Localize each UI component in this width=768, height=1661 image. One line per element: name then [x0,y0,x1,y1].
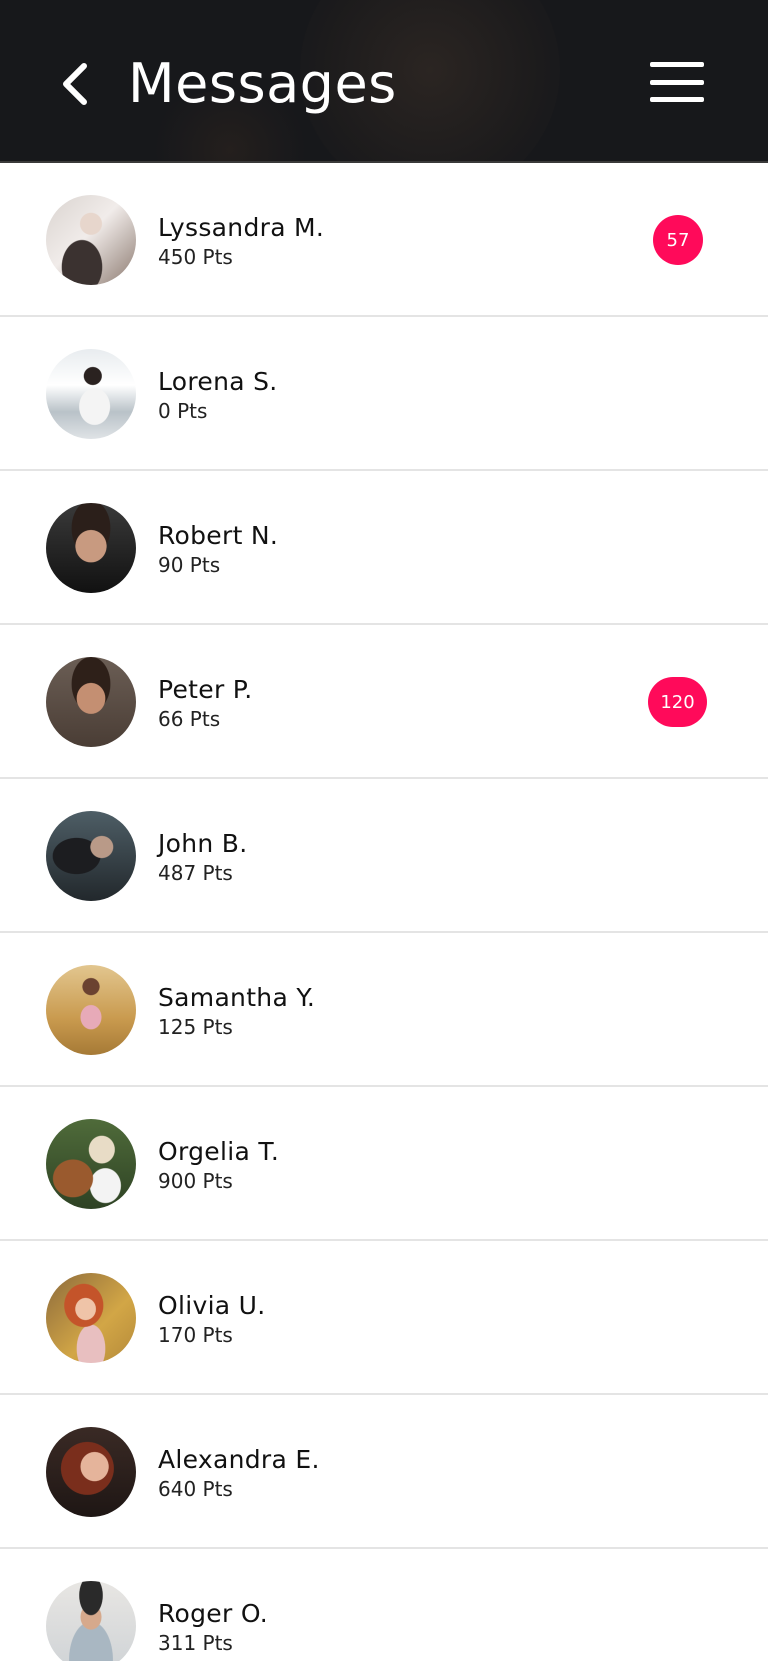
contact-points: 311 Pts [158,1631,233,1655]
contact-points: 0 Pts [158,399,208,423]
contact-points: 450 Pts [158,245,233,269]
avatar [46,349,136,439]
messages-screen: Messages Lyssandra M. 450 Pts 57 Lorena … [0,0,768,1661]
avatar [46,811,136,901]
avatar [46,1273,136,1363]
contact-points: 125 Pts [158,1015,233,1039]
contact-name: Orgelia T. [158,1137,280,1166]
contact-points: 66 Pts [158,707,221,731]
hamburger-menu-icon-line [650,97,704,102]
contact-name: Lyssandra M. [158,213,325,242]
conversation-row[interactable]: John B. 487 Pts [0,779,768,933]
contact-points: 640 Pts [158,1477,233,1501]
avatar [46,503,136,593]
unread-count-badge: 57 [653,215,703,265]
app-header: Messages [0,0,768,163]
avatar [46,1119,136,1209]
conversation-row[interactable]: Peter P. 66 Pts 120 [0,625,768,779]
avatar [46,1581,136,1661]
contact-name: Lorena S. [158,367,278,396]
conversation-row[interactable]: Orgelia T. 900 Pts [0,1087,768,1241]
conversation-row[interactable]: Samantha Y. 125 Pts [0,933,768,1087]
contact-points: 487 Pts [158,861,233,885]
contact-points: 170 Pts [158,1323,233,1347]
unread-count-badge: 120 [648,677,707,727]
conversation-row[interactable]: Olivia U. 170 Pts [0,1241,768,1395]
conversation-list: Lyssandra M. 450 Pts 57 Lorena S. 0 Pts … [0,163,768,1661]
contact-points: 900 Pts [158,1169,233,1193]
hamburger-menu-icon-line [650,62,704,67]
conversation-row[interactable]: Alexandra E. 640 Pts [0,1395,768,1549]
contact-name: Peter P. [158,675,253,704]
contact-name: Olivia U. [158,1291,266,1320]
menu-button[interactable] [646,56,708,108]
conversation-row[interactable]: Robert N. 90 Pts [0,471,768,625]
chevron-left-icon [63,63,87,105]
conversation-row[interactable]: Roger O. 311 Pts [0,1549,768,1661]
contact-name: Alexandra E. [158,1445,320,1474]
avatar [46,1427,136,1517]
page-title: Messages [128,52,397,115]
contact-name: Roger O. [158,1599,269,1628]
conversation-row[interactable]: Lyssandra M. 450 Pts 57 [0,163,768,317]
hamburger-menu-icon-line [650,79,704,85]
avatar [46,965,136,1055]
contact-name: Robert N. [158,521,279,550]
conversation-row[interactable]: Lorena S. 0 Pts [0,317,768,471]
contact-name: Samantha Y. [158,983,316,1012]
contact-points: 90 Pts [158,553,221,577]
back-button[interactable] [52,54,96,114]
avatar [46,195,136,285]
avatar [46,657,136,747]
contact-name: John B. [158,829,248,858]
